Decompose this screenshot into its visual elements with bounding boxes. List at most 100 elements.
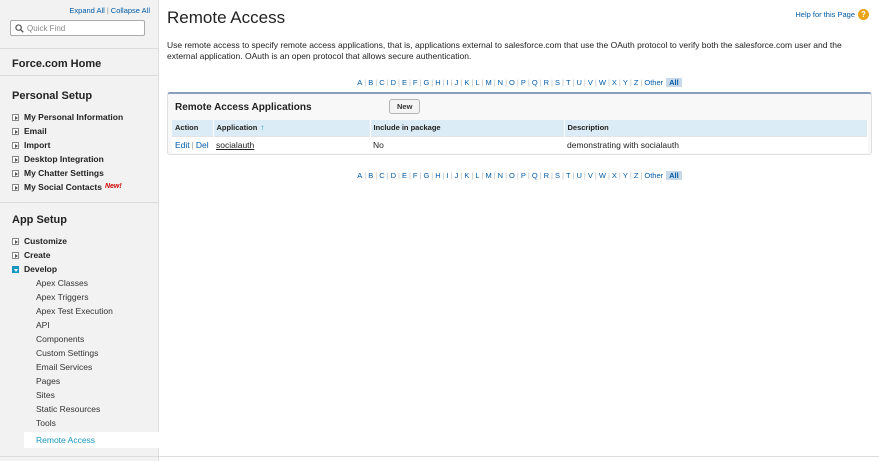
- help-link[interactable]: Help for this Page ?: [795, 9, 869, 20]
- alpha-filter-letter[interactable]: Q: [532, 78, 538, 87]
- sidebar-subitem-apex-classes[interactable]: Apex Classes: [36, 276, 113, 290]
- sidebar-item-personal-info[interactable]: My Personal Information: [12, 110, 123, 124]
- column-header-description[interactable]: Description: [564, 120, 868, 136]
- application-cell: socialauth: [213, 135, 370, 153]
- sidebar-item-chatter-settings[interactable]: My Chatter Settings: [12, 166, 123, 180]
- include-in-package-cell: No: [370, 135, 564, 153]
- expand-toggle-icon[interactable]: [12, 141, 19, 149]
- sidebar-subitem-tools[interactable]: Tools: [36, 416, 113, 430]
- sidebar-item-label: My Personal Information: [24, 112, 124, 122]
- main-content: Remote Access Help for this Page ? Use r…: [167, 0, 872, 461]
- sidebar-item-label: Desktop Integration: [24, 154, 104, 164]
- quick-find-box[interactable]: [10, 20, 145, 36]
- page-bottom-border: [0, 456, 879, 457]
- develop-sublist: Apex Classes Apex Triggers Apex Test Exe…: [36, 276, 113, 430]
- edit-link[interactable]: Edit: [175, 140, 190, 150]
- personal-setup-list: My Personal Information Email Import Des…: [12, 110, 123, 194]
- sidebar-divider: [0, 202, 159, 203]
- sidebar-item-label: Email: [24, 126, 47, 136]
- table-header-row: Action Application ↑ Include in package D…: [172, 120, 868, 136]
- sidebar-item-create[interactable]: Create: [12, 248, 67, 262]
- sidebar-item-email[interactable]: Email: [12, 124, 123, 138]
- alpha-filter-letter[interactable]: W: [599, 78, 606, 87]
- app-setup-list: Customize Create Develop: [12, 234, 67, 276]
- collapse-all-link[interactable]: Collapse All: [111, 6, 150, 15]
- alpha-filter-letter[interactable]: Q: [532, 171, 538, 180]
- expand-toggle-icon[interactable]: [12, 169, 19, 177]
- alpha-filter-letter[interactable]: H: [435, 171, 440, 180]
- alpha-filter-top: A | B | C | D | E | F | G | H | I | J | K | L | M | N | O | P | Q | R | S | T |…: [167, 78, 872, 87]
- new-button[interactable]: New: [389, 99, 421, 114]
- alpha-filter-letter[interactable]: F: [413, 171, 418, 180]
- expand-toggle-icon[interactable]: [12, 237, 19, 245]
- alpha-filter-letter[interactable]: C: [379, 171, 384, 180]
- page-title: Remote Access: [167, 8, 286, 27]
- question-icon[interactable]: ?: [858, 9, 869, 20]
- alpha-filter-letter[interactable]: L: [475, 171, 479, 180]
- alpha-filter-letter[interactable]: M: [485, 78, 491, 87]
- panel-title: Remote Access Applications: [175, 102, 312, 113]
- sidebar-subitem-apex-triggers[interactable]: Apex Triggers: [36, 290, 113, 304]
- app-setup-heading: App Setup: [12, 214, 67, 226]
- search-icon: [15, 24, 24, 33]
- expand-toggle-icon[interactable]: [12, 127, 19, 135]
- page-description: Use remote access to specify remote acce…: [167, 40, 842, 61]
- sidebar-item-label: Develop: [24, 264, 58, 274]
- sidebar-item-label: Customize: [24, 236, 67, 246]
- delete-link[interactable]: Del: [196, 140, 209, 150]
- quick-find-input[interactable]: [27, 23, 139, 34]
- alpha-filter-letter[interactable]: T: [566, 78, 571, 87]
- alpha-filter-other[interactable]: Other: [644, 171, 663, 180]
- sidebar-subitem-remote-access[interactable]: Remote Access: [24, 432, 159, 448]
- description-cell: demonstrating with socialauth: [564, 135, 868, 153]
- alpha-filter-letter[interactable]: O: [509, 78, 515, 87]
- alpha-filter-letter[interactable]: L: [475, 78, 479, 87]
- alpha-filter-letter[interactable]: M: [485, 171, 491, 180]
- application-link[interactable]: socialauth: [216, 140, 254, 150]
- collapse-toggle-icon[interactable]: [12, 265, 19, 273]
- alpha-filter-letter[interactable]: F: [413, 78, 418, 87]
- sidebar-subitem-components[interactable]: Components: [36, 332, 113, 346]
- new-badge: New!: [104, 183, 122, 190]
- remote-access-panel: Remote Access Applications New Action Ap…: [167, 92, 872, 155]
- column-header-action: Action: [172, 120, 214, 136]
- column-header-application[interactable]: Application ↑: [213, 120, 371, 136]
- sidebar-item-label: My Chatter Settings: [24, 168, 104, 178]
- sidebar-subitem-email-services[interactable]: Email Services: [36, 360, 113, 374]
- sidebar-subitem-pages[interactable]: Pages: [36, 374, 113, 388]
- sort-ascending-icon: ↑: [260, 123, 265, 133]
- personal-setup-heading: Personal Setup: [12, 90, 93, 102]
- sidebar-subitem-api[interactable]: API: [36, 318, 113, 332]
- sidebar: Expand All|Collapse All Force.com Home P…: [0, 0, 159, 461]
- alpha-filter-letter[interactable]: W: [599, 171, 606, 180]
- expand-all-link[interactable]: Expand All: [69, 6, 104, 15]
- sidebar-top: Expand All | Collapse All: [0, 0, 158, 40]
- expand-toggle-icon[interactable]: [12, 113, 19, 121]
- sidebar-item-label: Import: [24, 140, 51, 150]
- sidebar-item-desktop-integration[interactable]: Desktop Integration: [12, 152, 123, 166]
- sidebar-subitem-sites[interactable]: Sites: [36, 388, 113, 402]
- sidebar-subitem-apex-test-execution[interactable]: Apex Test Execution: [36, 304, 113, 318]
- force-home-link[interactable]: Force.com Home: [0, 48, 159, 76]
- sidebar-item-develop[interactable]: Develop: [12, 262, 67, 276]
- sidebar-subitem-static-resources[interactable]: Static Resources: [36, 402, 113, 416]
- alpha-filter-all[interactable]: All: [666, 171, 682, 180]
- table-row: Edit | Del socialauth No demonstrating wit…: [172, 135, 868, 153]
- sidebar-subitem-custom-settings[interactable]: Custom Settings: [36, 346, 113, 360]
- alpha-filter-letter[interactable]: H: [435, 78, 440, 87]
- alpha-filter-letter[interactable]: O: [509, 171, 515, 180]
- alpha-filter-all[interactable]: All: [666, 78, 682, 87]
- sidebar-item-customize[interactable]: Customize: [12, 234, 67, 248]
- expand-toggle-icon[interactable]: [12, 251, 19, 259]
- expand-toggle-icon[interactable]: [12, 155, 19, 163]
- expand-collapse-row: Expand All | Collapse All: [10, 6, 150, 16]
- alpha-filter-letter[interactable]: C: [379, 78, 384, 87]
- column-header-include-in-package[interactable]: Include in package: [370, 120, 565, 136]
- sidebar-item-social-contacts[interactable]: My Social Contacts New!: [12, 180, 123, 194]
- sidebar-item-label: My Social Contacts: [24, 182, 102, 192]
- expand-toggle-icon[interactable]: [12, 183, 19, 191]
- alpha-filter-letter[interactable]: T: [566, 171, 571, 180]
- sidebar-item-import[interactable]: Import: [12, 138, 123, 152]
- alpha-filter-other[interactable]: Other: [644, 78, 663, 87]
- force-home-label: Force.com Home: [12, 58, 102, 70]
